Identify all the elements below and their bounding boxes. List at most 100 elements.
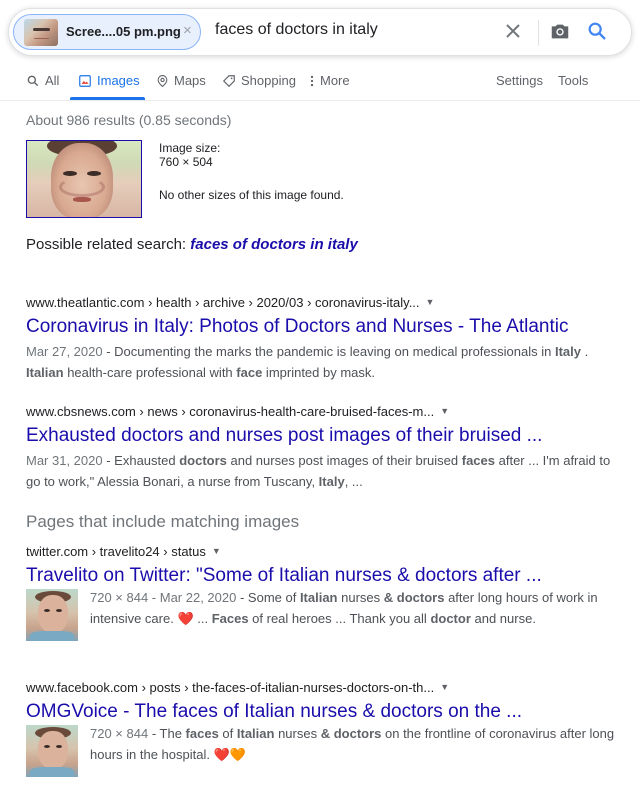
tag-icon bbox=[222, 74, 235, 87]
snippet-highlight: Italy bbox=[554, 344, 581, 359]
tab-maps[interactable]: Maps bbox=[156, 73, 206, 88]
image-size-value[interactable]: 760 × 504 bbox=[159, 155, 213, 169]
snippet-text: nurses bbox=[337, 590, 384, 605]
snippet-text: imprinted by mask. bbox=[262, 365, 376, 380]
eye-shape bbox=[56, 609, 62, 612]
result-thumbnail[interactable] bbox=[26, 589, 78, 641]
snippet-highlight: doctors bbox=[396, 590, 445, 605]
face-shape bbox=[38, 731, 68, 769]
snippet-text: - Some of bbox=[236, 590, 300, 605]
image-size-label: Image size: bbox=[159, 141, 221, 155]
eye-shape bbox=[87, 171, 101, 176]
chip-remove-icon[interactable]: × bbox=[183, 22, 192, 39]
chip-label: Scree....05 pm.png bbox=[66, 24, 181, 39]
eye-shape bbox=[56, 745, 62, 748]
clear-icon[interactable] bbox=[501, 19, 525, 43]
chevron-down-icon[interactable]: ▼ bbox=[212, 546, 221, 556]
mask-mark-shape bbox=[59, 177, 105, 197]
breadcrumb-text: www.facebook.com › posts › the-faces-of-… bbox=[26, 679, 435, 695]
snippet-highlight: face bbox=[236, 365, 263, 380]
snippet-text: , ... bbox=[344, 474, 363, 489]
snippet-highlight: Faces bbox=[211, 611, 249, 626]
snippet-highlight: Italian bbox=[299, 590, 338, 605]
tab-label: Images bbox=[97, 73, 140, 88]
orange-heart-icon: 🧡 bbox=[229, 747, 246, 762]
result-meta: 720 × 844 bbox=[90, 726, 149, 741]
snippet-highlight: Italian bbox=[26, 365, 64, 380]
tab-shopping[interactable]: Shopping bbox=[222, 73, 296, 88]
snippet-text: of real heroes ... Thank you all bbox=[248, 611, 431, 626]
tab-more[interactable]: More bbox=[309, 73, 350, 88]
chevron-down-icon[interactable]: ▼ bbox=[440, 406, 449, 416]
snippet-text: health-care professional with bbox=[63, 365, 237, 380]
no-other-sizes-text: No other sizes of this image found. bbox=[159, 188, 344, 202]
result-snippet: Mar 31, 2020 - Exhausted doctors and nur… bbox=[26, 450, 616, 492]
settings-link[interactable]: Settings bbox=[496, 73, 543, 88]
camera-icon[interactable] bbox=[549, 20, 571, 42]
snippet-text: nurses bbox=[274, 726, 321, 741]
snippet-text: and nurses post images of their bruised bbox=[226, 453, 462, 468]
snippet-highlight: & bbox=[383, 590, 394, 605]
snippet-highlight: Italy bbox=[318, 474, 345, 489]
tab-label: More bbox=[320, 73, 350, 88]
result-thumbnail[interactable] bbox=[26, 725, 78, 777]
tab-all[interactable]: All bbox=[26, 73, 59, 88]
result-title-link[interactable]: Coronavirus in Italy: Photos of Doctors … bbox=[26, 316, 616, 338]
result-title-link[interactable]: Exhausted doctors and nurses post images… bbox=[26, 425, 616, 447]
search-result: www.theatlantic.com › health › archive ›… bbox=[26, 293, 616, 383]
query-image-thumbnail[interactable] bbox=[26, 140, 142, 218]
search-icon[interactable] bbox=[586, 20, 608, 42]
face-shape bbox=[38, 595, 68, 633]
result-meta: 720 × 844 - Mar 22, 2020 bbox=[90, 590, 237, 605]
snippet-text: . bbox=[580, 344, 589, 359]
related-search-link[interactable]: faces of doctors in italy bbox=[190, 236, 358, 253]
result-breadcrumb[interactable]: www.cbsnews.com › news › coronavirus-hea… bbox=[26, 402, 616, 420]
result-title-link[interactable]: OMGVoice - The faces of Italian nurses &… bbox=[26, 701, 616, 723]
tab-images[interactable]: Images bbox=[78, 73, 140, 88]
heart-icon: ❤️ bbox=[213, 747, 230, 762]
snippet-text: - Documenting the marks the pandemic is … bbox=[102, 344, 555, 359]
snippet-highlight: doctors bbox=[333, 726, 382, 741]
scrubs-shape bbox=[30, 767, 74, 777]
tab-label: Maps bbox=[174, 73, 206, 88]
result-date: Mar 27, 2020 bbox=[26, 344, 103, 359]
snippet-highlight: faces bbox=[185, 726, 219, 741]
snippet-highlight: doctor bbox=[430, 611, 471, 626]
related-search: Possible related search: faces of doctor… bbox=[26, 236, 358, 253]
tools-link[interactable]: Tools bbox=[558, 73, 588, 88]
more-vertical-icon bbox=[310, 75, 314, 86]
settings-label: Settings bbox=[496, 73, 543, 88]
search-input[interactable]: faces of doctors in italy bbox=[215, 21, 378, 39]
result-breadcrumb[interactable]: www.facebook.com › posts › the-faces-of-… bbox=[26, 678, 616, 696]
result-breadcrumb[interactable]: twitter.com › travelito24 › status ▼ bbox=[26, 542, 616, 560]
face-shape bbox=[51, 143, 113, 217]
tab-label: All bbox=[45, 73, 60, 88]
eye-shape bbox=[44, 745, 50, 748]
search-bar[interactable]: Scree....05 pm.png × faces of doctors in… bbox=[8, 8, 632, 56]
snippet-text: and nurse. bbox=[470, 611, 536, 626]
breadcrumb-text: twitter.com › travelito24 › status bbox=[26, 543, 206, 559]
matching-result: twitter.com › travelito24 › status ▼ Tra… bbox=[26, 542, 616, 641]
search-icon bbox=[27, 75, 39, 86]
snippet-text: - Exhausted bbox=[102, 453, 180, 468]
result-body: 720 × 844 - Mar 22, 2020 - Some of Itali… bbox=[26, 589, 616, 641]
image-search-chip[interactable]: Scree....05 pm.png × bbox=[13, 14, 201, 50]
tab-label: Shopping bbox=[241, 73, 296, 88]
snippet-highlight: Italian bbox=[236, 726, 275, 741]
chevron-down-icon[interactable]: ▼ bbox=[440, 682, 449, 692]
result-stats: About 986 results (0.85 seconds) bbox=[26, 112, 232, 128]
search-result: www.cbsnews.com › news › coronavirus-hea… bbox=[26, 402, 616, 492]
chip-thumbnail bbox=[24, 19, 58, 46]
result-title-link[interactable]: Travelito on Twitter: "Some of Italian n… bbox=[26, 565, 616, 587]
result-date: Mar 31, 2020 bbox=[26, 453, 103, 468]
chevron-down-icon[interactable]: ▼ bbox=[426, 297, 435, 307]
snippet-text: of bbox=[218, 726, 237, 741]
image-icon bbox=[79, 74, 91, 87]
eye-shape bbox=[44, 609, 50, 612]
tools-label: Tools bbox=[558, 73, 589, 88]
matching-result: www.facebook.com › posts › the-faces-of-… bbox=[26, 678, 616, 777]
snippet-highlight: & bbox=[320, 726, 331, 741]
result-breadcrumb[interactable]: www.theatlantic.com › health › archive ›… bbox=[26, 293, 616, 311]
related-prefix: Possible related search: bbox=[26, 236, 191, 253]
result-body: 720 × 844 - The faces of Italian nurses … bbox=[26, 725, 616, 777]
